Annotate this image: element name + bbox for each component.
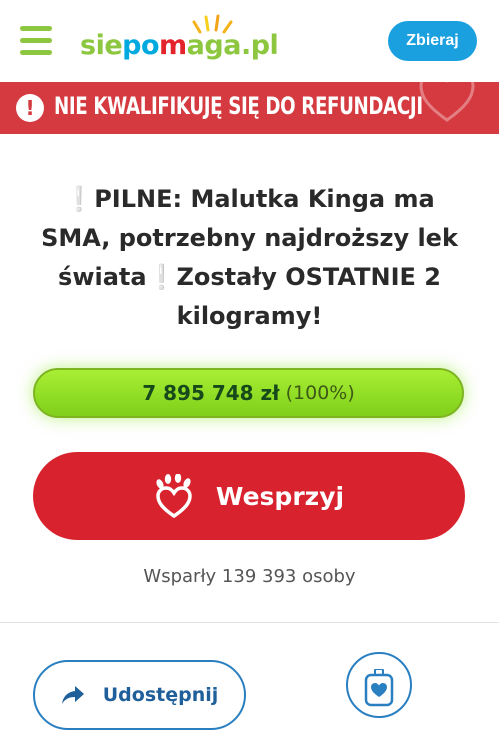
raised-amount: 7 895 748 zł: [142, 381, 280, 405]
piggy-bank-button[interactable]: [346, 652, 412, 718]
supporters-count: Wsparły 139 393 osoby: [143, 566, 356, 587]
progress-percent: (100%): [285, 382, 355, 404]
menu-line: [20, 50, 52, 55]
progress-label: 7 895 748 zł (100%): [35, 370, 462, 416]
logo-part-sie: sie: [80, 30, 123, 61]
menu-line: [20, 26, 52, 31]
banner-text: NIE KWALIFIKUJĘ SIĘ DO REFUNDACJI: [54, 92, 423, 120]
hamburger-menu-icon[interactable]: [20, 26, 52, 56]
fundraiser-title: ❕PILNE: Malutka Kinga ma SMA, potrzebny …: [41, 185, 458, 331]
menu-line: [20, 38, 52, 43]
support-button-label: Wesprzyj: [215, 481, 345, 511]
heart-outline-icon: [419, 82, 475, 122]
logo-part-m: m: [159, 30, 187, 61]
logo-part-po: po: [122, 30, 160, 61]
siepomaga-logo[interactable]: siepomaga.pl: [80, 14, 300, 68]
exclamation-icon: !: [16, 94, 44, 122]
hand-heart-icon: [156, 474, 192, 518]
share-arrow-icon: [61, 686, 84, 704]
funding-progress-bar: 7 895 748 zł (100%): [33, 368, 464, 418]
share-button-label: Udostępnij: [102, 684, 219, 706]
top-header: siepomaga.pl Zbieraj: [0, 0, 499, 82]
logo-part-aga: aga.pl: [186, 30, 279, 61]
piggy-bank-icon: [364, 669, 394, 707]
collect-button[interactable]: Zbieraj: [388, 21, 477, 61]
refund-banner: ! NIE KWALIFIKUJĘ SIĘ DO REFUNDACJI: [0, 82, 499, 134]
divider: [0, 622, 499, 623]
support-button[interactable]: Wesprzyj: [33, 452, 465, 540]
